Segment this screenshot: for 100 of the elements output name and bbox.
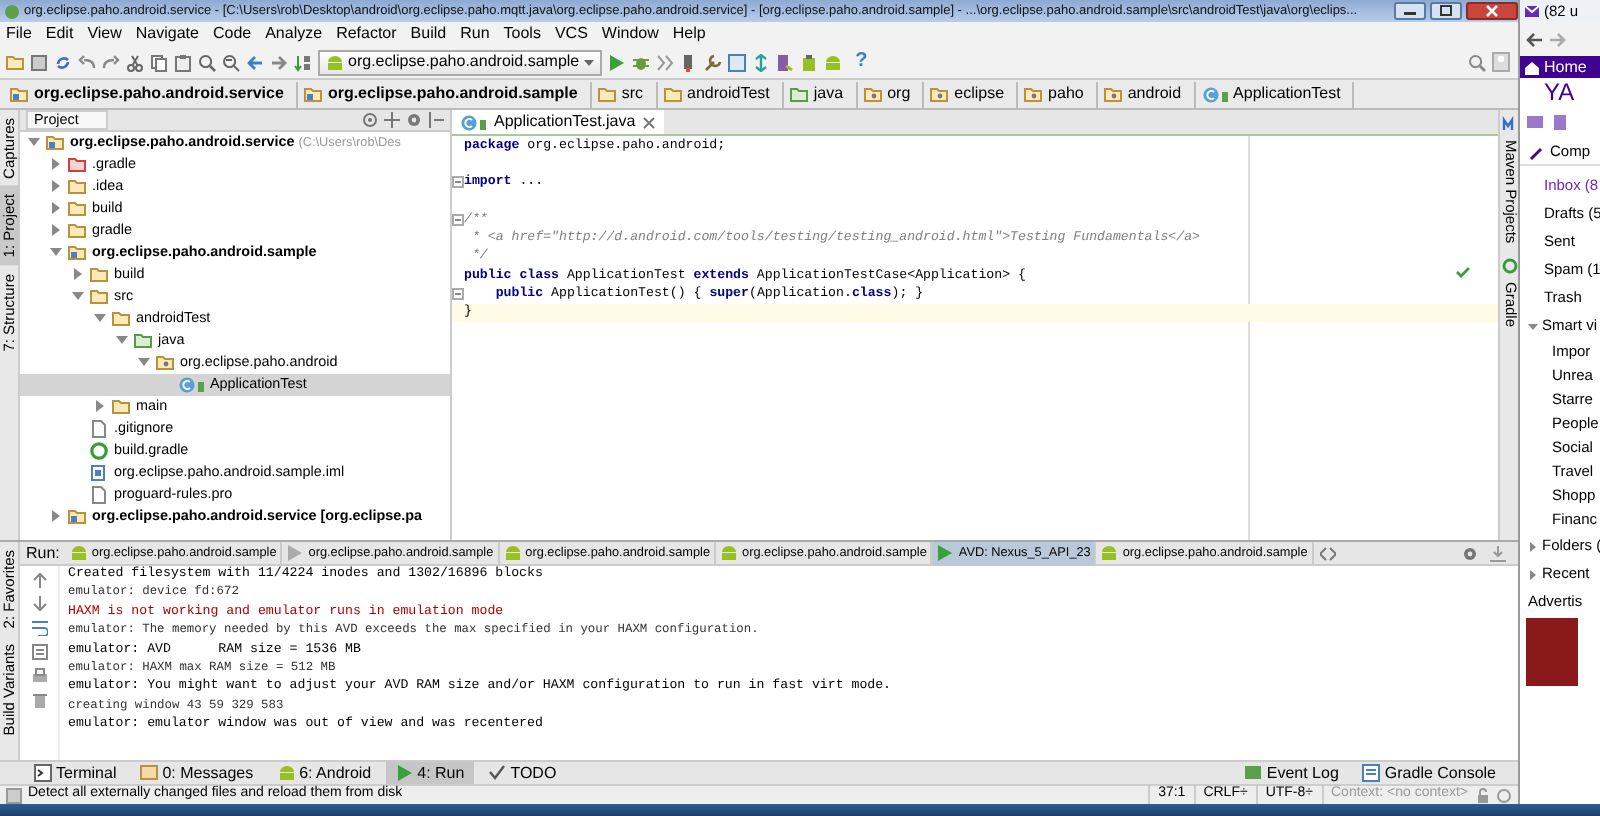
fold-icon[interactable] (452, 213, 464, 226)
caret-icon (583, 59, 594, 65)
down-arrow-icon[interactable] (31, 596, 47, 612)
folder-icon[interactable] (6, 53, 24, 71)
android-icon (326, 53, 344, 71)
menu-item[interactable]: Window (601, 24, 659, 44)
undo-icon[interactable] (78, 53, 96, 71)
back-arrow-icon[interactable] (1526, 31, 1544, 47)
logo-text: YA (1542, 78, 1577, 110)
search-icon[interactable] (1468, 53, 1486, 71)
menu-item[interactable]: Tools (503, 24, 541, 44)
wrench-icon[interactable] (703, 53, 722, 71)
fold-icon[interactable] (452, 287, 464, 300)
breadcrumb[interactable]: org.eclipse.paho.android.service (4, 81, 298, 107)
trash-icon[interactable] (31, 692, 47, 708)
breadcrumb[interactable]: eclipse (924, 81, 1019, 107)
android-icon (69, 544, 88, 562)
save-icon[interactable] (30, 53, 48, 71)
tool-window-tab[interactable]: TODO (478, 762, 567, 784)
up-arrow-icon[interactable] (31, 572, 47, 588)
breadcrumb[interactable]: androidTest (657, 81, 784, 107)
print-icon[interactable] (31, 668, 47, 684)
play-icon (936, 544, 955, 562)
sync-gradle-icon[interactable] (751, 53, 770, 71)
settings-icon[interactable] (406, 112, 422, 128)
copy-icon[interactable] (150, 53, 168, 71)
tool-window-tab[interactable]: 6: Android (267, 762, 382, 784)
expanded-arrow-icon[interactable] (28, 135, 40, 148)
package-icon (863, 85, 884, 103)
forward-arrow-icon[interactable] (270, 53, 288, 71)
breadcrumb[interactable]: paho (1018, 81, 1098, 107)
breadcrumb[interactable]: ApplicationTest (1195, 81, 1355, 107)
device-icon[interactable] (679, 53, 698, 71)
breadcrumb[interactable]: org.eclipse.paho.android.sample (297, 81, 592, 107)
help-button[interactable]: ? (855, 50, 868, 74)
paste-icon[interactable] (174, 53, 192, 71)
home-link[interactable]: Home (1520, 56, 1600, 78)
maven-icon (1502, 116, 1518, 132)
tabs-overflow-icon[interactable] (1319, 545, 1336, 561)
menu-item[interactable]: Navigate (135, 24, 199, 44)
status-toggle-icon[interactable] (6, 787, 22, 803)
folder-icon (663, 85, 684, 103)
menu-item[interactable]: VCS (554, 24, 588, 44)
pencil-icon (1528, 143, 1544, 159)
menu-item[interactable]: Refactor (336, 24, 397, 44)
collapsed-arrow-icon (1528, 541, 1538, 552)
package-icon (1024, 85, 1045, 103)
check-icon (1456, 266, 1470, 278)
module-folder-icon (68, 508, 88, 526)
breadcrumb[interactable]: java (783, 81, 858, 107)
fold-icon[interactable] (452, 176, 464, 189)
user-icon[interactable] (1492, 52, 1510, 72)
breadcrumb[interactable]: android (1097, 81, 1196, 107)
app-logo-icon (4, 3, 20, 19)
menu-item[interactable]: Analyze (265, 24, 323, 44)
cut-icon[interactable] (126, 53, 144, 71)
collapsed-arrow-icon[interactable] (94, 399, 106, 412)
package-icon (930, 85, 951, 103)
expanded-arrow-icon[interactable] (50, 245, 62, 258)
tool-window-tab[interactable]: Gradle Console (1352, 762, 1506, 784)
back-arrow-icon[interactable] (246, 53, 264, 71)
run-icon[interactable] (607, 53, 626, 71)
tool-window-tab[interactable]: 4: Run (385, 762, 475, 784)
redo-icon[interactable] (102, 53, 120, 71)
menu-item[interactable]: Help (672, 24, 706, 44)
build-icon[interactable] (294, 53, 312, 71)
sync-icon[interactable] (54, 53, 72, 71)
menu-item[interactable]: Code (212, 24, 252, 44)
settings-icon[interactable] (1462, 545, 1478, 561)
tool-window-tab[interactable]: 0: Messages (130, 762, 264, 784)
collapsed-arrow-icon (1528, 569, 1538, 580)
menu-item[interactable]: Edit (45, 24, 74, 44)
target-icon[interactable] (362, 112, 378, 128)
menu-item[interactable]: View (87, 24, 122, 44)
bug-icon[interactable] (631, 53, 650, 71)
collapsed-arrow-icon[interactable] (72, 267, 84, 280)
tool-window-tab[interactable]: Terminal (24, 762, 127, 784)
package-icon (1103, 85, 1124, 103)
run-configuration-dropdown[interactable]: org.eclipse.paho.android.sample (318, 49, 602, 75)
maximize-icon[interactable] (1430, 2, 1462, 20)
forward-arrow-icon[interactable] (1550, 31, 1568, 47)
menu-item[interactable]: Build (410, 24, 447, 44)
menu-item[interactable]: File (6, 24, 32, 44)
breadcrumb[interactable]: org (857, 81, 925, 107)
module-file-icon (90, 464, 110, 482)
editor-tab[interactable]: ApplicationTest.java (452, 110, 664, 134)
window-icon[interactable] (727, 53, 746, 71)
file-icon (90, 486, 110, 504)
close-icon[interactable] (1466, 2, 1518, 20)
android-icon (503, 544, 522, 562)
ad-image-placeholder (1526, 618, 1578, 686)
close-icon[interactable] (641, 115, 656, 129)
tool-window-tab[interactable]: Event Log (1234, 762, 1349, 784)
module-folder-icon (10, 85, 30, 103)
search-icon[interactable] (198, 53, 216, 71)
wrap-icon[interactable] (31, 620, 47, 636)
menu-item[interactable]: Run (460, 24, 490, 44)
minimize-icon[interactable] (1394, 2, 1426, 20)
collapsed-arrow-icon[interactable] (50, 509, 62, 522)
breadcrumb[interactable]: src (591, 81, 658, 107)
